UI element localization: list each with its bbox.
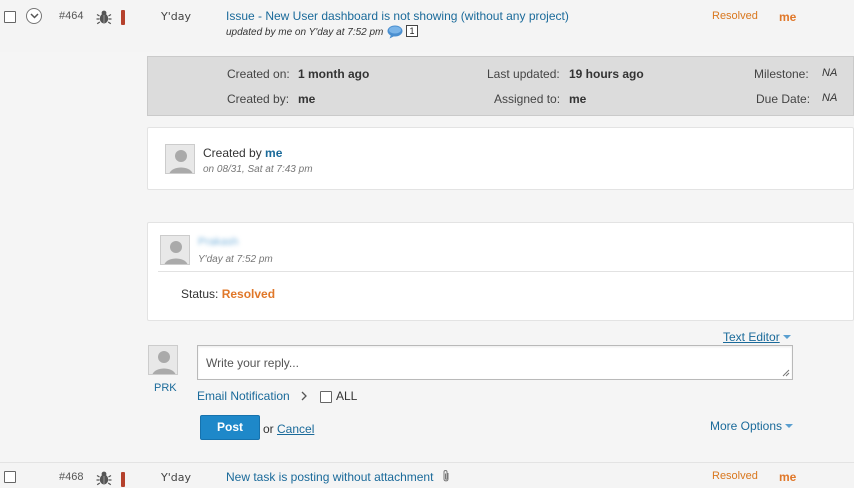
comment-divider (158, 271, 854, 272)
reply-avatar-label: PRK (154, 382, 177, 394)
created-by-value: me (298, 92, 316, 106)
created-on-value: 1 month ago (298, 67, 370, 81)
created-date: on 08/31, Sat at 7:43 pm (203, 164, 313, 175)
more-options-label: More Options (710, 419, 783, 433)
dropdown-caret-icon (785, 424, 794, 428)
assigned-to-value: me (569, 92, 587, 106)
avatar-icon (165, 144, 195, 174)
status-label: Status: (181, 287, 222, 301)
task-meta-panel (147, 56, 854, 116)
comment-status-text: Status: Resolved (181, 287, 275, 301)
comment-date: Y'day at 7:52 pm (198, 254, 273, 265)
text-editor-label: Text Editor (723, 330, 780, 344)
task-title-link[interactable]: New task is posting without attachment (226, 470, 433, 484)
task-checkbox-468[interactable] (4, 471, 16, 483)
post-button[interactable]: Post (200, 415, 260, 440)
due-date-label: Due Date: (756, 92, 811, 106)
email-notification-link[interactable]: Email Notification (197, 389, 290, 403)
created-on-label: Created on: (227, 67, 290, 81)
resize-grip-icon[interactable] (782, 369, 790, 377)
task-row-464 (0, 0, 854, 52)
reply-placeholder: Write your reply... (206, 356, 299, 370)
task-checkbox-464[interactable] (4, 11, 16, 23)
created-by-user-link[interactable]: me (265, 146, 282, 160)
milestone-label: Milestone: (754, 67, 809, 81)
assigned-to-label: Assigned to: (494, 92, 561, 106)
created-by-text: Created by me (203, 146, 282, 160)
cancel-link[interactable]: Cancel (277, 422, 314, 436)
milestone-value: NA (822, 67, 838, 79)
notify-all-label: ALL (336, 389, 358, 403)
dropdown-caret-icon (782, 335, 791, 339)
task-date: Y'day (161, 10, 191, 23)
task-status: Resolved (712, 10, 758, 22)
comment-bubble-icon[interactable] (387, 25, 403, 42)
priority-marker (121, 472, 125, 487)
task-assignee[interactable]: me (779, 10, 796, 24)
comment-author-link[interactable]: Prakash (198, 236, 238, 248)
reply-input[interactable]: Write your reply... (197, 345, 793, 380)
comment-count-badge[interactable]: 1 (406, 25, 418, 37)
text-editor-link[interactable]: Text Editor (723, 330, 791, 344)
last-updated-value: 19 hours ago (569, 67, 644, 81)
created-by-label: Created by: (227, 92, 290, 106)
last-updated-label: Last updated: (487, 67, 560, 81)
avatar-icon (148, 345, 178, 375)
bug-icon (96, 470, 112, 488)
more-options-link[interactable]: More Options (710, 419, 794, 433)
bug-icon (96, 9, 112, 28)
chevron-right-icon[interactable] (301, 390, 307, 404)
priority-marker (121, 10, 125, 25)
due-date-value: NA (822, 92, 838, 104)
avatar-icon (160, 235, 190, 265)
notify-all-checkbox[interactable] (320, 391, 332, 403)
task-date: Y'day (161, 471, 191, 484)
status-value: Resolved (221, 287, 276, 301)
task-status: Resolved (712, 470, 758, 482)
task-number: #464 (59, 10, 84, 22)
expand-chevron-icon[interactable] (26, 8, 42, 24)
task-assignee[interactable]: me (779, 470, 796, 484)
task-number: #468 (59, 471, 84, 483)
created-by-prefix: Created by (203, 146, 266, 160)
attachment-icon (441, 469, 451, 486)
task-title-link[interactable]: Issue - New User dashboard is not showin… (226, 9, 569, 23)
task-updated-info: updated by me on Y'day at 7:52 pm (226, 27, 384, 38)
or-text: or (263, 422, 274, 436)
